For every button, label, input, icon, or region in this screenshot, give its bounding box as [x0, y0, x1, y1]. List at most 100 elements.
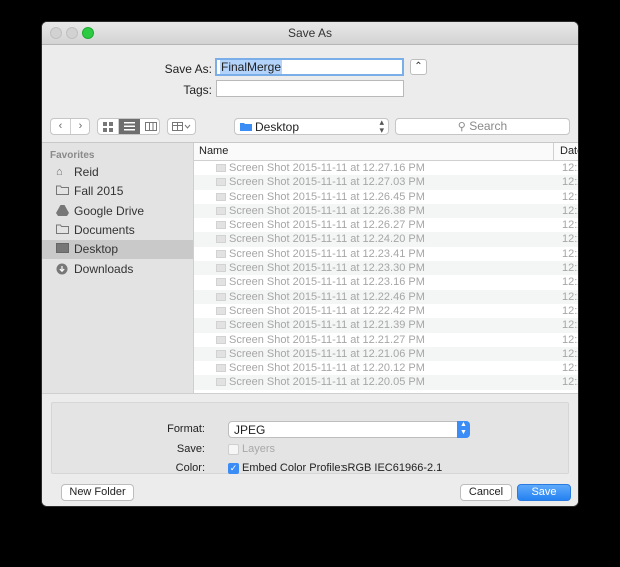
format-label: Format: — [167, 423, 205, 435]
save-button[interactable]: Save — [517, 484, 571, 501]
arrange-button[interactable] — [167, 118, 196, 135]
chevron-right-icon: › — [78, 120, 83, 132]
file-row[interactable]: Screen Shot 2015-11-11 at 12.23.30 PM 12:… — [194, 261, 578, 276]
file-row[interactable]: Screen Shot 2015-11-11 at 12.23.41 PM 12:… — [194, 247, 578, 261]
file-date: 12:2 — [562, 304, 578, 317]
desktop-icon — [56, 243, 69, 255]
file-row[interactable]: Screen Shot 2015-11-11 at 12.20.05 PM 12:… — [194, 375, 578, 390]
image-file-icon — [216, 192, 226, 201]
column-date-header[interactable]: Date — [560, 145, 578, 157]
tags-label: Tags: — [183, 83, 212, 97]
save-as-input[interactable]: FinalMerge — [215, 58, 404, 76]
cancel-button[interactable]: Cancel — [460, 484, 512, 501]
file-date: 12:2 — [562, 262, 578, 275]
image-file-icon — [216, 306, 226, 315]
file-date: 12:2 — [562, 347, 578, 360]
downloads-icon — [56, 263, 69, 275]
sidebar-item-fall-2015[interactable]: Fall 2015 — [42, 182, 193, 201]
layers-checkbox[interactable] — [228, 444, 239, 455]
format-value: JPEG — [234, 423, 266, 437]
file-row[interactable]: Screen Shot 2015-11-11 at 12.26.27 PM 12:… — [194, 218, 578, 232]
column-view-button[interactable] — [141, 119, 159, 134]
file-row[interactable]: Screen Shot 2015-11-11 at 12.21.06 PM 12:… — [194, 346, 578, 362]
embed-profile-checkbox[interactable]: ✓ — [228, 463, 239, 474]
chevron-left-icon: ‹ — [58, 120, 63, 132]
file-row[interactable]: Screen Shot 2015-11-11 at 12.26.38 PM 12:… — [194, 203, 578, 219]
list-view-button[interactable] — [119, 119, 140, 134]
image-file-icon — [216, 349, 226, 358]
sidebar-item-label: Google Drive — [74, 204, 145, 218]
sidebar-item-label: Documents — [74, 223, 135, 237]
file-row[interactable]: Screen Shot 2015-11-11 at 12.27.16 PM 12:… — [194, 161, 578, 175]
view-mode-control — [97, 118, 160, 135]
file-date: 12:2 — [562, 162, 578, 174]
sidebar-item-desktop[interactable]: Desktop — [42, 240, 193, 259]
file-row[interactable]: Screen Shot 2015-11-11 at 12.21.27 PM 12:… — [194, 333, 578, 347]
column-divider[interactable] — [553, 143, 554, 160]
expand-dialog-button[interactable]: ⌃ — [410, 59, 427, 75]
file-row[interactable]: Screen Shot 2015-11-11 at 12.21.39 PM 12:… — [194, 318, 578, 333]
file-row[interactable]: Screen Shot 2015-11-11 at 12.26.45 PM 12:… — [194, 190, 578, 204]
file-name: Screen Shot 2015-11-11 at 12.27.03 PM — [229, 176, 425, 189]
home-icon: ⌂ — [56, 166, 63, 178]
file-date: 12:2 — [562, 233, 578, 246]
sidebar: Favorites ⌂ Reid Fall 2015 Google Drive … — [42, 143, 194, 393]
search-field[interactable]: ⚲ Search — [395, 118, 570, 135]
file-row[interactable]: Screen Shot 2015-11-11 at 12.20.12 PM 12:… — [194, 361, 578, 375]
checkmark-icon: ✓ — [229, 463, 238, 473]
folder-icon — [56, 185, 69, 197]
file-row[interactable]: Screen Shot 2015-11-11 at 12.22.42 PM 12:… — [194, 304, 578, 318]
image-file-icon — [216, 278, 226, 287]
layers-label: Layers — [242, 443, 276, 455]
tags-input[interactable] — [216, 80, 404, 97]
sidebar-item-label: Desktop — [74, 242, 119, 256]
file-name: Screen Shot 2015-11-11 at 12.23.30 PM — [229, 262, 425, 275]
image-file-icon — [216, 264, 226, 273]
file-name: Screen Shot 2015-11-11 at 12.22.42 PM — [229, 304, 425, 317]
sidebar-item-downloads[interactable]: Downloads — [42, 260, 193, 279]
file-name: Screen Shot 2015-11-11 at 12.27.16 PM — [229, 162, 425, 174]
file-row[interactable]: Screen Shot 2015-11-11 at 12.23.16 PM 12:… — [194, 275, 578, 289]
file-row[interactable]: Screen Shot 2015-11-11 at 12.22.46 PM 12:… — [194, 289, 578, 304]
image-file-icon — [216, 206, 226, 215]
search-placeholder: Search — [469, 119, 508, 133]
color-profile-value: sRGB IEC61966-2.1 — [342, 462, 443, 474]
format-popup[interactable]: JPEG ▲ ▼ — [228, 421, 470, 438]
file-name: Screen Shot 2015-11-11 at 12.21.39 PM — [229, 319, 425, 332]
file-name: Screen Shot 2015-11-11 at 12.23.16 PM — [229, 276, 425, 289]
location-popup[interactable]: Desktop ▴ ▾ — [234, 118, 389, 135]
image-file-icon — [216, 178, 226, 187]
search-icon: ⚲ — [457, 121, 466, 133]
file-date: 12:2 — [562, 247, 578, 260]
image-file-icon — [216, 321, 226, 330]
sidebar-item-reid[interactable]: ⌂ Reid — [42, 163, 193, 182]
file-date: 12:2 — [562, 276, 578, 289]
file-name: Screen Shot 2015-11-11 at 12.23.41 PM — [229, 247, 425, 260]
column-name-header[interactable]: Name — [199, 145, 228, 157]
file-date: 12:2 — [562, 319, 578, 332]
new-folder-button[interactable]: New Folder — [61, 484, 134, 501]
image-file-icon — [216, 164, 226, 172]
back-button[interactable]: ‹ — [51, 119, 71, 134]
save-as-value: FinalMerge — [220, 60, 283, 74]
file-date: 12:2 — [562, 190, 578, 203]
embed-profile-label: Embed Color Profile: — [242, 462, 344, 474]
list-icon — [124, 122, 135, 131]
file-date: 12:2 — [562, 204, 578, 217]
file-name: Screen Shot 2015-11-11 at 12.26.38 PM — [229, 204, 425, 217]
location-value: Desktop — [255, 120, 300, 134]
sidebar-item-google-drive[interactable]: Google Drive — [42, 202, 193, 221]
image-file-icon — [216, 335, 226, 344]
file-row[interactable]: Screen Shot 2015-11-11 at 12.24.20 PM 12:… — [194, 232, 578, 247]
sidebar-item-documents[interactable]: Documents — [42, 221, 193, 240]
grid-icon — [103, 122, 113, 132]
file-name: Screen Shot 2015-11-11 at 12.21.27 PM — [229, 333, 425, 346]
file-date: 12:2 — [562, 376, 578, 389]
image-file-icon — [216, 221, 226, 230]
file-row[interactable]: Screen Shot 2015-11-11 at 12.27.03 PM 12:… — [194, 175, 578, 190]
updown-arrows-icon: ▴ ▾ — [379, 117, 384, 135]
icon-view-button[interactable] — [98, 119, 119, 134]
nav-buttons: ‹ › — [50, 118, 90, 135]
image-file-icon — [216, 378, 226, 387]
forward-button[interactable]: › — [71, 119, 90, 134]
